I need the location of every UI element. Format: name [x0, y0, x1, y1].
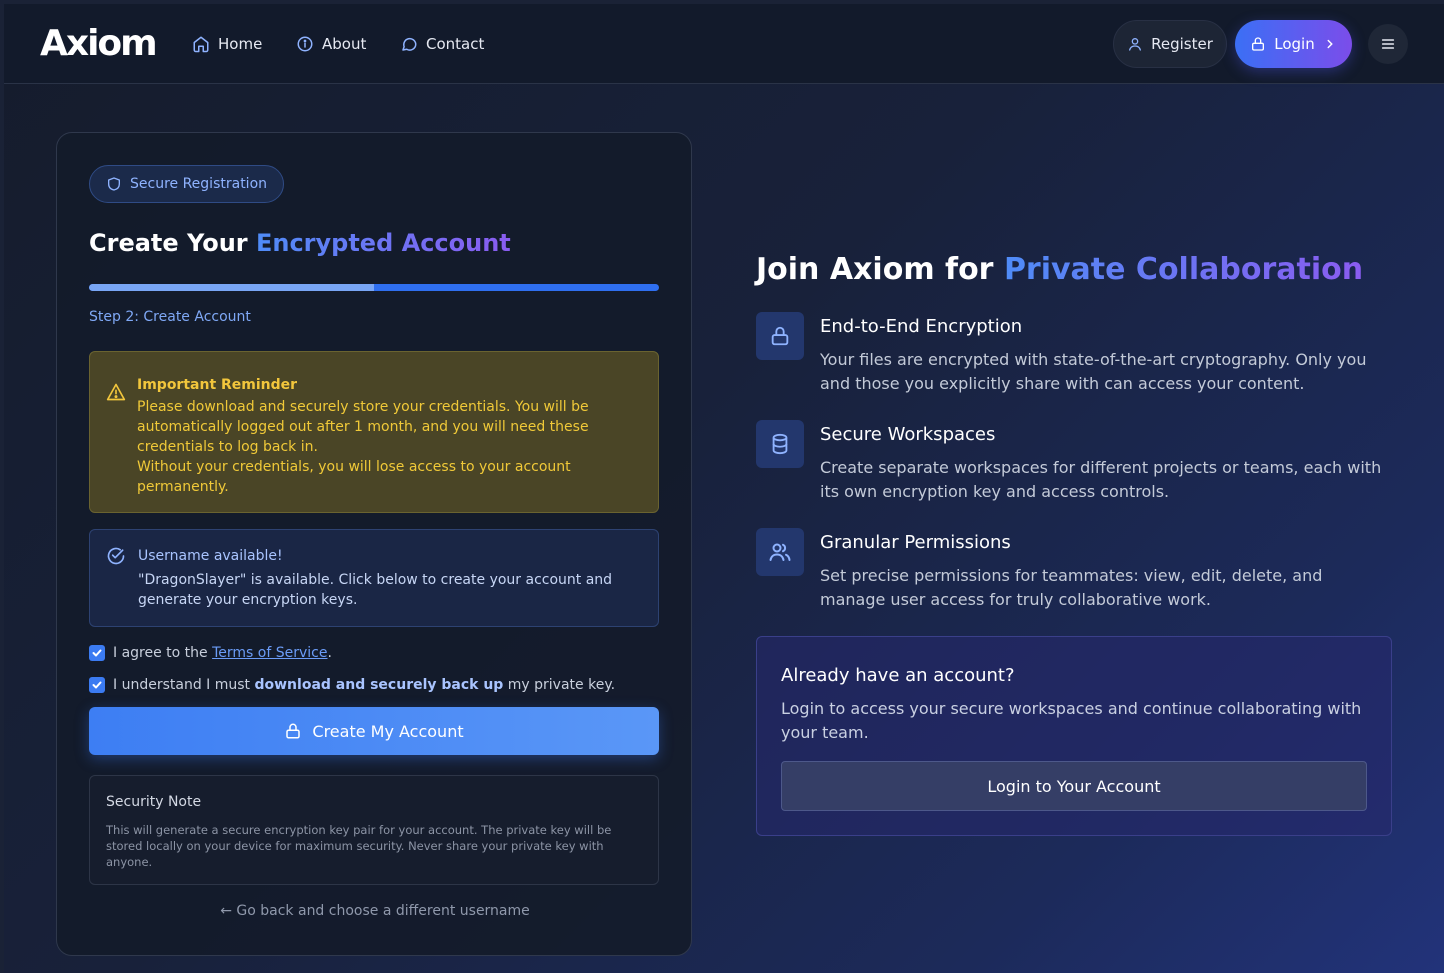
- backup-label: I understand I must download and securel…: [113, 677, 616, 693]
- reminder-title: Important Reminder: [137, 377, 298, 393]
- create-account-label: Create My Account: [312, 721, 464, 741]
- database-icon: [772, 433, 788, 455]
- secure-registration-badge: Secure Registration: [89, 165, 285, 203]
- login-button[interactable]: Login: [1235, 20, 1352, 68]
- hamburger-icon: [1381, 39, 1395, 49]
- feature-title: Secure Workspaces: [820, 424, 996, 445]
- step-label: Step 2: Create Account: [89, 309, 251, 325]
- progress-bar: [89, 284, 659, 291]
- registration-card: Secure Registration Create Your Encrypte…: [56, 132, 692, 956]
- terms-checkbox[interactable]: [89, 645, 105, 661]
- login-label: Login: [1274, 35, 1315, 53]
- backup-checkbox[interactable]: [89, 677, 105, 693]
- feature-workspaces-icon-box: [756, 420, 804, 468]
- feature-body: Your files are encrypted with state-of-t…: [820, 350, 1367, 393]
- chat-bubble-icon: [402, 37, 417, 51]
- progress-fill: [89, 284, 374, 291]
- existing-account-card: Already have an account? Login to access…: [756, 636, 1392, 836]
- nav-home[interactable]: Home: [192, 32, 262, 56]
- important-reminder-alert: Important Reminder Please download and s…: [89, 351, 659, 513]
- promo-title: Join Axiom for Private Collaboration: [756, 252, 1364, 287]
- user-icon: [1129, 38, 1142, 51]
- username-available-alert: Username available! "DragonSlayer" is av…: [89, 529, 659, 627]
- page-title: Create Your Encrypted Account: [89, 229, 511, 257]
- register-label: Register: [1151, 35, 1213, 53]
- availability-title: Username available!: [138, 548, 283, 564]
- feature-body: Set precise permissions for teammates: v…: [820, 566, 1323, 609]
- lock-icon: [1252, 37, 1265, 51]
- check-circle-icon: [107, 547, 125, 565]
- terms-of-service-link[interactable]: Terms of Service: [212, 645, 327, 661]
- top-navbar: Axiom Home About Contact Register Login: [4, 4, 1444, 84]
- users-icon: [769, 543, 791, 561]
- badge-label: Secure Registration: [130, 176, 268, 192]
- feature-title: Granular Permissions: [820, 532, 1011, 553]
- warning-icon: [106, 383, 126, 401]
- lock-icon: [286, 723, 301, 739]
- existing-account-body: Login to access your secure workspaces a…: [781, 699, 1362, 742]
- info-icon: [297, 36, 313, 52]
- nav-about[interactable]: About: [296, 32, 366, 56]
- page-frame: Axiom Home About Contact Register Login: [4, 4, 1444, 973]
- security-note-body: This will generate a secure encryption k…: [106, 823, 612, 869]
- nav-about-label: About: [322, 35, 367, 53]
- menu-button[interactable]: [1368, 24, 1408, 64]
- axiom-logo[interactable]: Axiom: [40, 24, 158, 64]
- terms-checkbox-row: I agree to the Terms of Service.: [89, 645, 332, 661]
- register-button[interactable]: Register: [1113, 20, 1227, 68]
- checkmark-icon: [92, 681, 102, 689]
- backup-checkbox-row: I understand I must download and securel…: [89, 677, 615, 693]
- feature-title: End-to-End Encryption: [820, 316, 1023, 337]
- chevron-right-icon: [1327, 39, 1333, 49]
- checkmark-icon: [92, 649, 102, 657]
- nav-contact-label: Contact: [426, 35, 485, 53]
- security-note-title: Security Note: [106, 794, 202, 810]
- feature-encryption-icon-box: [756, 312, 804, 360]
- feature-body: Create separate workspaces for different…: [820, 458, 1382, 501]
- reminder-body: Please download and securely store your …: [137, 399, 589, 495]
- nav-contact[interactable]: Contact: [400, 32, 484, 56]
- shield-icon: [108, 177, 120, 191]
- security-note: Security Note This will generate a secur…: [89, 775, 659, 885]
- create-account-button[interactable]: Create My Account: [89, 707, 659, 755]
- login-to-account-button[interactable]: Login to Your Account: [781, 761, 1367, 811]
- terms-label: I agree to the Terms of Service.: [113, 645, 332, 661]
- lock-icon: [771, 326, 789, 346]
- home-icon: [193, 36, 209, 53]
- nav-home-label: Home: [218, 35, 263, 53]
- feature-permissions-icon-box: [756, 528, 804, 576]
- existing-account-title: Already have an account?: [781, 665, 1015, 686]
- go-back-link[interactable]: ← Go back and choose a different usernam…: [57, 903, 693, 919]
- availability-body: "DragonSlayer" is available. Click below…: [138, 572, 613, 608]
